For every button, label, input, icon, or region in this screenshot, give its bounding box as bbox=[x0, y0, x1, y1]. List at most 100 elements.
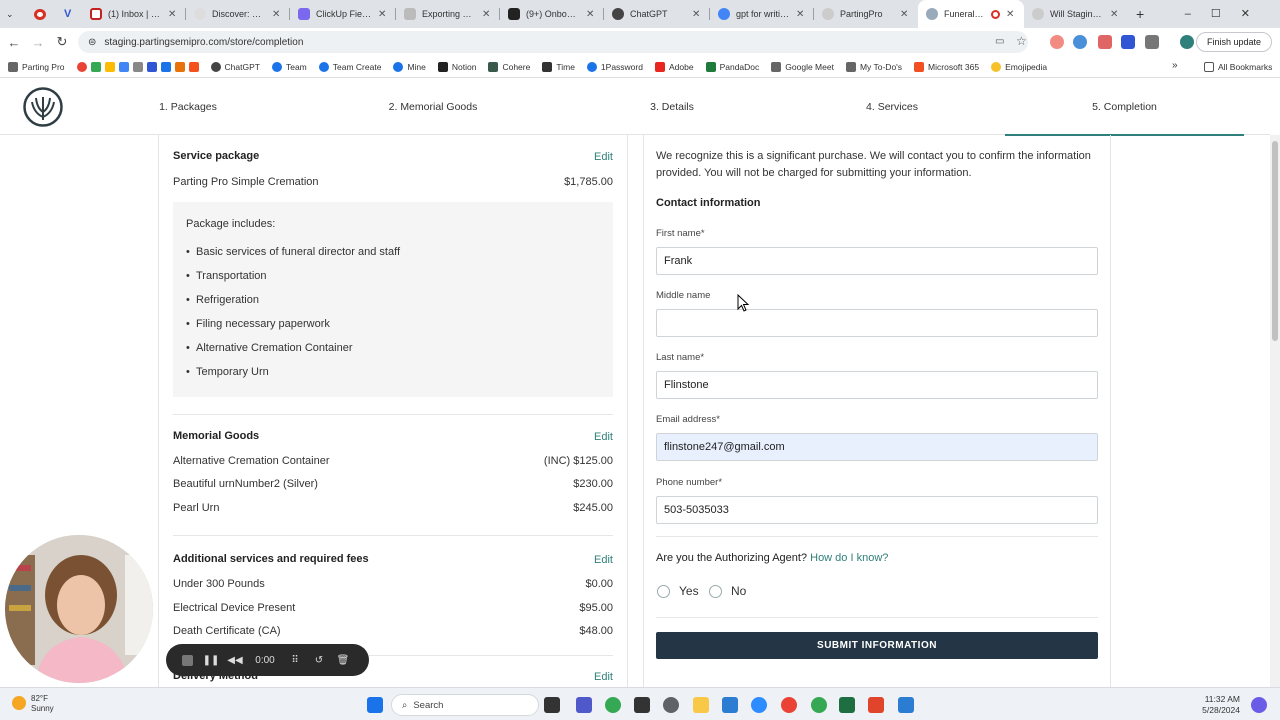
system-clock[interactable]: 11:32 AM 5/28/2024 bbox=[1202, 694, 1240, 716]
last-name-field[interactable] bbox=[656, 371, 1098, 399]
settings-icon[interactable] bbox=[663, 697, 679, 713]
puzzle-icon[interactable] bbox=[1145, 35, 1159, 49]
how-do-i-know-link[interactable]: How do I know? bbox=[810, 552, 888, 564]
close-icon[interactable]: ✕ bbox=[692, 9, 702, 20]
bookmark-adobe[interactable]: Adobe bbox=[654, 61, 694, 72]
weather-widget[interactable]: 82°F Sunny bbox=[12, 694, 54, 714]
close-icon[interactable]: ✕ bbox=[796, 9, 806, 20]
bookmark-apps[interactable] bbox=[76, 61, 199, 72]
app-icon[interactable] bbox=[634, 697, 650, 713]
page-scrollbar[interactable] bbox=[1270, 135, 1280, 687]
tab-4[interactable]: Exporting Finan✕ bbox=[396, 0, 500, 28]
tab-2[interactable]: Discover: Mont✕ bbox=[186, 0, 290, 28]
restart-icon[interactable]: ↺ bbox=[307, 644, 331, 676]
radio-circle[interactable] bbox=[657, 584, 670, 598]
extension-icon[interactable] bbox=[1121, 35, 1135, 49]
profile-icon[interactable] bbox=[1180, 35, 1194, 49]
step-packages[interactable]: 1. Packages bbox=[140, 80, 236, 135]
app-icon[interactable] bbox=[898, 697, 914, 713]
back-icon[interactable]: ← bbox=[4, 32, 24, 52]
teams-icon[interactable] bbox=[576, 697, 592, 713]
scrollbar-thumb[interactable] bbox=[1272, 141, 1278, 341]
taskbar-search[interactable]: ⌕ Search bbox=[391, 694, 539, 716]
close-icon[interactable]: ✕ bbox=[1006, 9, 1016, 20]
pinned-tab[interactable]: V bbox=[56, 0, 82, 28]
task-view-icon[interactable] bbox=[544, 697, 560, 713]
close-icon[interactable]: ✕ bbox=[168, 9, 178, 20]
bookmark-notion[interactable]: Notion bbox=[437, 61, 476, 72]
chrome-icon[interactable] bbox=[781, 697, 797, 713]
bookmark-google-meet[interactable]: Google Meet bbox=[771, 61, 834, 72]
copilot-icon[interactable] bbox=[1251, 697, 1267, 713]
app-icon[interactable] bbox=[868, 697, 884, 713]
edit-additional-services-link[interactable]: Edit bbox=[594, 554, 613, 566]
recording-tab[interactable] bbox=[26, 0, 56, 28]
window-controls[interactable]: ‒☐✕ bbox=[1185, 7, 1270, 20]
windows-start-icon[interactable] bbox=[367, 697, 383, 713]
bookmark-time[interactable]: Time bbox=[542, 61, 575, 72]
close-icon[interactable]: ✕ bbox=[272, 9, 282, 20]
star-icon[interactable]: ☆ bbox=[1016, 34, 1027, 48]
bookmark-mine[interactable]: Mine bbox=[393, 61, 426, 72]
file-explorer-icon[interactable] bbox=[693, 697, 709, 713]
close-icon[interactable]: ✕ bbox=[586, 9, 596, 20]
stop-icon[interactable] bbox=[175, 644, 199, 676]
step-details[interactable]: 3. Details bbox=[630, 80, 714, 135]
zoom-icon[interactable] bbox=[751, 697, 767, 713]
edit-memorial-goods-link[interactable]: Edit bbox=[594, 431, 613, 443]
radio-circle[interactable] bbox=[709, 584, 722, 598]
tree-logo-icon[interactable] bbox=[23, 87, 63, 127]
forward-icon[interactable]: → bbox=[28, 32, 48, 52]
close-icon[interactable]: ✕ bbox=[482, 9, 492, 20]
radio-no[interactable]: No bbox=[709, 584, 746, 598]
bookmark-cohere[interactable]: Cohere bbox=[488, 61, 530, 72]
bookmark-team[interactable]: Team bbox=[271, 61, 307, 72]
new-tab-button[interactable]: + bbox=[1128, 0, 1154, 28]
all-bookmarks[interactable]: All Bookmarks bbox=[1204, 62, 1272, 72]
finish-update-button[interactable]: Finish update bbox=[1195, 32, 1272, 52]
bookmark-1password[interactable]: 1Password bbox=[586, 61, 643, 72]
close-icon[interactable]: ✕ bbox=[378, 9, 388, 20]
bookmark-pandadoc[interactable]: PandaDoc bbox=[705, 61, 759, 72]
tab-active[interactable]: Funeral Hom✕ bbox=[918, 0, 1024, 28]
chrome-icon[interactable] bbox=[811, 697, 827, 713]
pause-icon[interactable]: ❚❚ bbox=[199, 644, 223, 676]
bookmarks-overflow-icon[interactable]: » bbox=[1172, 60, 1178, 71]
tab-search-button[interactable]: ⌄ bbox=[0, 0, 26, 28]
site-info-icon[interactable]: ⊜ bbox=[88, 37, 96, 48]
rewind-icon[interactable]: ◀◀ bbox=[223, 644, 247, 676]
tab-3[interactable]: ClickUp Fields a✕ bbox=[290, 0, 396, 28]
step-memorial-goods[interactable]: 2. Memorial Goods bbox=[368, 80, 498, 135]
phone-field[interactable] bbox=[656, 496, 1098, 524]
edit-delivery-method-link[interactable]: Edit bbox=[594, 671, 613, 683]
snipping-tool-icon[interactable] bbox=[722, 697, 738, 713]
step-completion[interactable]: 5. Completion bbox=[1005, 80, 1244, 136]
chrome-icon[interactable] bbox=[605, 697, 621, 713]
bookmark-emojipedia[interactable]: Emojipedia bbox=[991, 61, 1047, 72]
bookmark-todo[interactable]: My To-Do's bbox=[845, 61, 902, 72]
tab-7[interactable]: gpt for writing ✕ bbox=[710, 0, 814, 28]
tab-8[interactable]: PartingPro ✕ bbox=[814, 0, 918, 28]
bookmark-chatgpt[interactable]: ChatGPT bbox=[210, 61, 260, 72]
extension-icon[interactable] bbox=[1073, 35, 1087, 49]
bookmark-microsoft-365[interactable]: Microsoft 365 bbox=[914, 61, 979, 72]
bookmark-team-create[interactable]: Team Create bbox=[318, 61, 381, 72]
first-name-field[interactable] bbox=[656, 247, 1098, 275]
url-bar[interactable]: ⊜ staging.partingsemipro.com/store/compl… bbox=[78, 31, 1028, 53]
bookmark-parting-pro[interactable]: Parting Pro bbox=[8, 61, 65, 72]
step-services[interactable]: 4. Services bbox=[848, 80, 936, 135]
excel-icon[interactable] bbox=[839, 697, 855, 713]
close-icon[interactable]: ✕ bbox=[1110, 9, 1120, 20]
extension-icon[interactable] bbox=[1098, 35, 1112, 49]
tab-9[interactable]: Will Staging FH✕ bbox=[1024, 0, 1128, 28]
trash-icon[interactable]: 🗑 bbox=[331, 644, 355, 676]
edit-service-package-link[interactable]: Edit bbox=[594, 151, 613, 163]
radio-yes[interactable]: Yes bbox=[657, 584, 699, 598]
camera-icon[interactable]: ▭ bbox=[995, 36, 1004, 47]
middle-name-field[interactable] bbox=[656, 309, 1098, 337]
grid-icon[interactable]: ⠿ bbox=[283, 644, 307, 676]
tab-5[interactable]: (9+) Onboardin✕ bbox=[500, 0, 604, 28]
tab-1[interactable]: (1) Inbox | Partin✕ bbox=[82, 0, 186, 28]
reload-icon[interactable]: ↻ bbox=[52, 32, 72, 52]
tab-6[interactable]: ChatGPT ✕ bbox=[604, 0, 710, 28]
